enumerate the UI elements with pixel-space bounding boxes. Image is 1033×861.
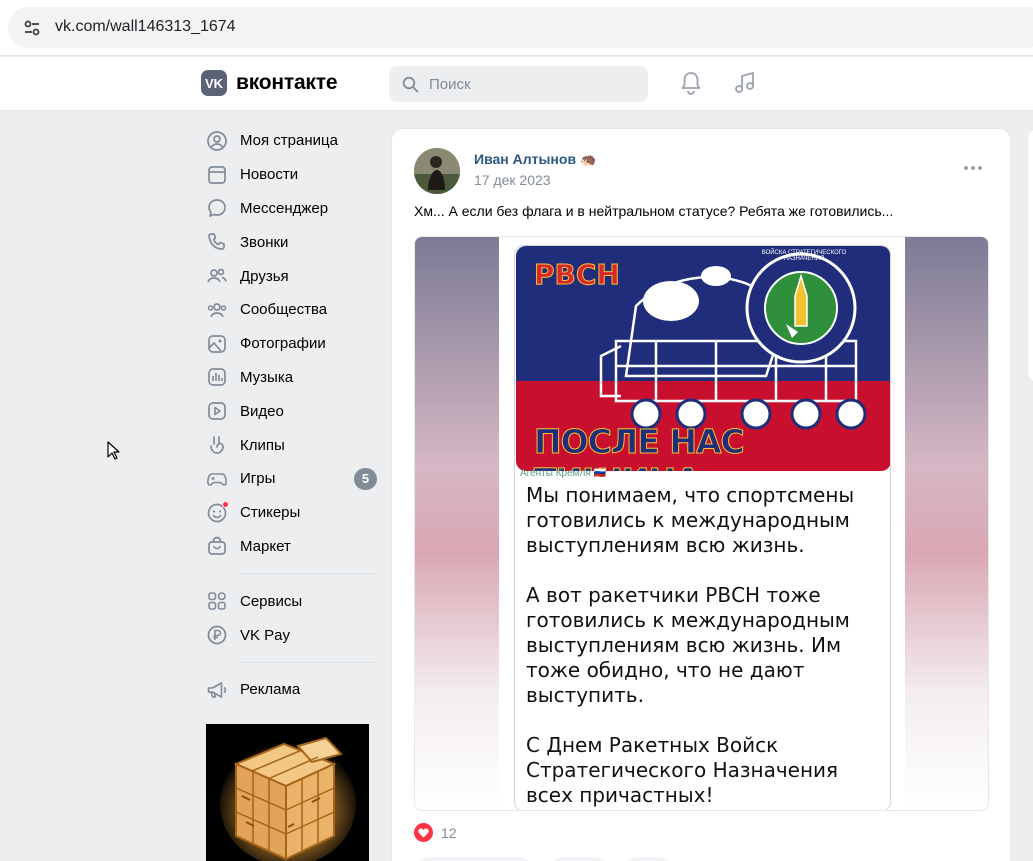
- heart-icon: [414, 823, 433, 842]
- sidebar-item-ads[interactable]: Реклама: [200, 673, 380, 707]
- services-icon: [206, 590, 228, 612]
- sidebar-item-label: Маркет: [240, 537, 291, 555]
- video-icon: [206, 400, 228, 422]
- author-name[interactable]: Иван Алтынов: [474, 151, 576, 167]
- puzzle-cube-image: [206, 724, 369, 861]
- sidebar-item-clips[interactable]: Клипы: [200, 428, 380, 462]
- vk-logo-text: вконтакте: [236, 71, 338, 94]
- clips-icon: [206, 434, 228, 456]
- sidebar-item-label: Моя страница: [240, 132, 338, 150]
- like-button[interactable]: 12: [414, 823, 457, 842]
- sidebar-item-vk-pay[interactable]: VK Pay: [200, 618, 380, 652]
- sidebar-item-label: Видео: [240, 402, 284, 420]
- emblem-text: ВОЙСКА СТРАТЕГИЧЕСКОГО НАЗНАЧЕНИЯ: [761, 250, 847, 262]
- music-icon: [206, 366, 228, 388]
- sidebar-item-photos[interactable]: Фотографии: [200, 327, 380, 361]
- address-bar[interactable]: vk.com/wall146313_1674: [8, 7, 1033, 48]
- sidebar-ad-banner[interactable]: [206, 724, 369, 861]
- market-icon: [206, 535, 228, 557]
- communities-icon: [206, 299, 228, 321]
- sticker-icon: [206, 500, 229, 524]
- sidebar-item-label: Друзья: [240, 267, 289, 285]
- notification-dot: [222, 500, 229, 508]
- sidebar-item-label: Музыка: [240, 368, 294, 386]
- sidebar-item-market[interactable]: Маркет: [200, 530, 380, 564]
- post-date[interactable]: 17 дек 2023: [474, 172, 551, 188]
- action-button-comments[interactable]: [414, 857, 534, 861]
- sidebar-item-news[interactable]: Новости: [200, 158, 380, 192]
- games-counter-badge: 5: [354, 467, 377, 490]
- sidebar-item-video[interactable]: Видео: [200, 394, 380, 428]
- sidebar-item-label: Игры: [240, 470, 276, 488]
- sidebar-item-label: VK Pay: [240, 626, 291, 644]
- sidebar-item-stickers[interactable]: Стикеры: [200, 496, 380, 530]
- sidebar-item-label: Реклама: [240, 681, 301, 699]
- sidebar-divider: [240, 661, 374, 663]
- more-options-icon[interactable]: [964, 166, 982, 170]
- meme-card: РВСН ПОСЛЕ НАС ТИШИНА ВОЙСКА СТРАТЕГИЧЕС…: [514, 245, 891, 810]
- post-photo[interactable]: РВСН ПОСЛЕ НАС ТИШИНА ВОЙСКА СТРАТЕГИЧЕС…: [414, 236, 989, 811]
- url-text[interactable]: vk.com/wall146313_1674: [55, 18, 236, 36]
- sidebar-item-label: Клипы: [240, 436, 285, 454]
- sidebar-item-services[interactable]: Сервисы: [200, 584, 380, 618]
- post-text: Хм... А если без флага и в нейтральном с…: [414, 203, 894, 219]
- banner-slogan-text: ПОСЛЕ НАС ТИШИНА: [534, 422, 746, 472]
- sidebar-item-label: Сообщества: [240, 301, 328, 319]
- vk-logo[interactable]: VK вконтакте: [201, 70, 337, 96]
- sidebar-item-music[interactable]: Музыка: [200, 361, 380, 395]
- sidebar-item-messenger[interactable]: Мессенджер: [200, 192, 380, 226]
- friends-icon: [206, 265, 228, 287]
- sidebar-item-label: Фотографии: [240, 335, 326, 353]
- sidebar-item-my-page[interactable]: Моя страница: [200, 124, 380, 158]
- bell-icon[interactable]: [679, 70, 703, 96]
- search-icon: [402, 76, 419, 93]
- sidebar-item-label: Звонки: [240, 233, 289, 251]
- sidebar-item-label: Новости: [240, 166, 299, 184]
- vkpay-icon: [206, 624, 228, 646]
- phone-icon: [206, 231, 228, 253]
- games-icon: [206, 468, 228, 490]
- vk-logo-icon: VK: [201, 70, 227, 96]
- mouse-cursor-icon: [107, 441, 120, 460]
- author-emoji: 🦔: [579, 152, 597, 167]
- sidebar-item-games[interactable]: Игры 5: [200, 462, 380, 496]
- message-icon: [206, 197, 228, 219]
- action-button-share[interactable]: [548, 857, 610, 861]
- sidebar-item-calls[interactable]: Звонки: [200, 225, 380, 259]
- meme-source: Агенты Кремля 🇷🇺: [520, 468, 607, 479]
- sidebar-item-label: Сервисы: [240, 592, 303, 610]
- meme-body-text: Мы понимаем, что спортсмены готовились к…: [526, 483, 855, 810]
- right-panel-card: [1027, 128, 1033, 383]
- news-icon: [206, 164, 228, 186]
- banner-rvsn-text: РВСН: [534, 258, 621, 292]
- sidebar-divider: [240, 573, 374, 575]
- music-note-icon[interactable]: [733, 70, 757, 96]
- meme-image: РВСН ПОСЛЕ НАС ТИШИНА ВОЙСКА СТРАТЕГИЧЕС…: [499, 237, 905, 810]
- browser-toolbar: vk.com/wall146313_1674: [0, 0, 1033, 56]
- sidebar-item-friends[interactable]: Друзья: [200, 259, 380, 293]
- sidebar-item-label: Мессенджер: [240, 199, 329, 217]
- megaphone-icon: [206, 679, 228, 701]
- left-sidebar: Моя страница Новости Мессенджер Звонки Д…: [200, 124, 380, 707]
- search-input[interactable]: Поиск: [389, 66, 648, 102]
- author-avatar[interactable]: [414, 148, 460, 194]
- photo-icon: [206, 333, 228, 355]
- sidebar-item-label: Стикеры: [240, 504, 301, 522]
- search-placeholder: Поиск: [429, 76, 471, 93]
- like-count: 12: [441, 824, 457, 841]
- post-author[interactable]: Иван Алтынов 🦔: [474, 151, 596, 168]
- rvsn-banner: РВСН ПОСЛЕ НАС ТИШИНА ВОЙСКА СТРАТЕГИЧЕС…: [516, 246, 890, 472]
- sidebar-item-communities[interactable]: Сообщества: [200, 293, 380, 327]
- user-circle-icon: [206, 130, 228, 152]
- site-header: VK вконтакте Поиск: [0, 57, 1033, 111]
- site-settings-icon[interactable]: [22, 18, 42, 38]
- wall-post: Иван Алтынов 🦔 17 дек 2023 Хм... А если …: [391, 128, 1011, 861]
- action-button-views[interactable]: [622, 857, 674, 861]
